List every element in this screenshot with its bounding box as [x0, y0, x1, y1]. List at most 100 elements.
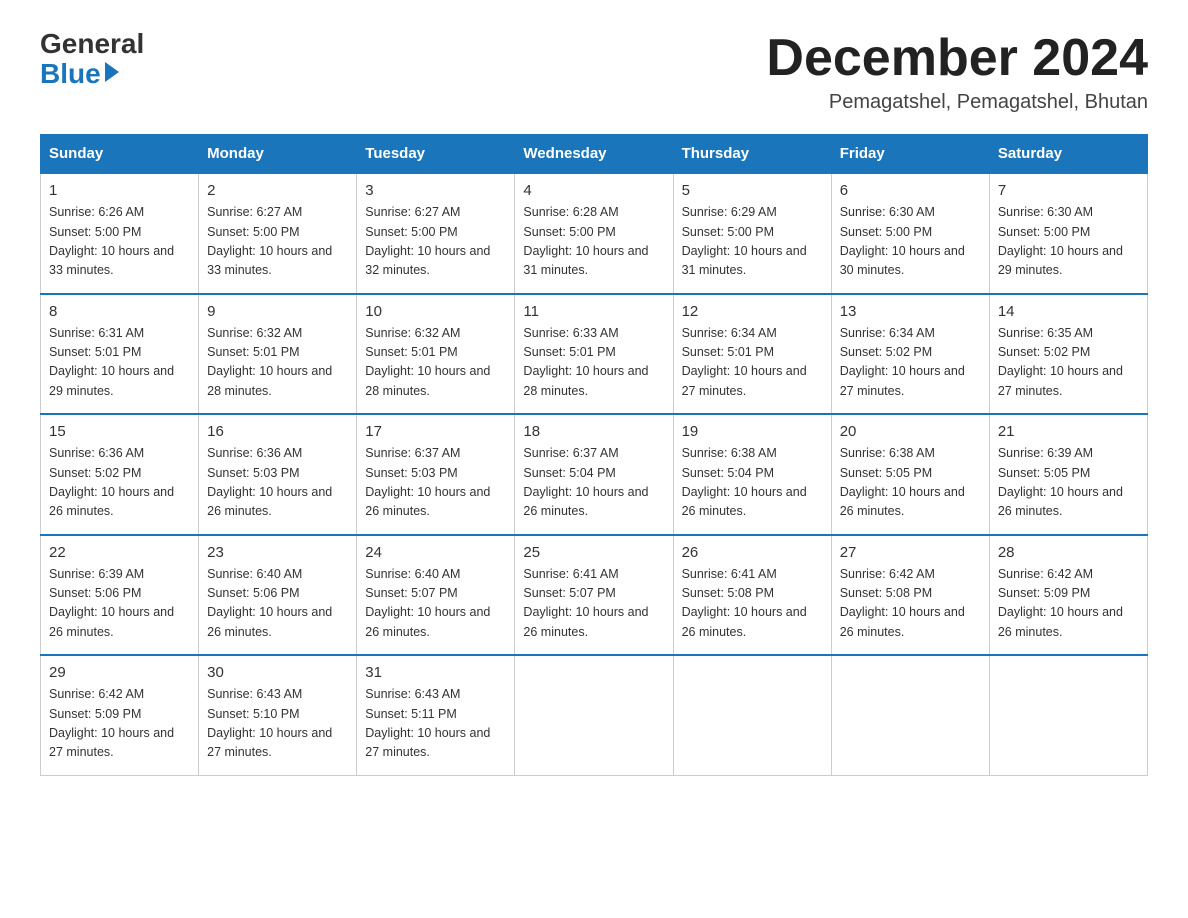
- day-number: 3: [365, 182, 506, 199]
- day-info: Sunrise: 6:42 AMSunset: 5:09 PMDaylight:…: [49, 685, 190, 763]
- day-number: 7: [998, 182, 1139, 199]
- weekday-header-wednesday: Wednesday: [515, 135, 673, 174]
- calendar-day-cell: 23 Sunrise: 6:40 AMSunset: 5:06 PMDaylig…: [199, 535, 357, 656]
- day-number: 8: [49, 303, 190, 320]
- calendar-day-cell: 3 Sunrise: 6:27 AMSunset: 5:00 PMDayligh…: [357, 173, 515, 294]
- day-info: Sunrise: 6:36 AMSunset: 5:02 PMDaylight:…: [49, 444, 190, 522]
- day-info: Sunrise: 6:37 AMSunset: 5:04 PMDaylight:…: [523, 444, 664, 522]
- day-info: Sunrise: 6:27 AMSunset: 5:00 PMDaylight:…: [365, 203, 506, 281]
- calendar-day-cell: 22 Sunrise: 6:39 AMSunset: 5:06 PMDaylig…: [41, 535, 199, 656]
- day-number: 14: [998, 303, 1139, 320]
- day-number: 31: [365, 664, 506, 681]
- calendar-day-cell: 28 Sunrise: 6:42 AMSunset: 5:09 PMDaylig…: [989, 535, 1147, 656]
- calendar-day-cell: [831, 655, 989, 775]
- day-number: 2: [207, 182, 348, 199]
- day-info: Sunrise: 6:34 AMSunset: 5:02 PMDaylight:…: [840, 324, 981, 402]
- calendar-day-cell: 8 Sunrise: 6:31 AMSunset: 5:01 PMDayligh…: [41, 294, 199, 415]
- calendar-header-row: SundayMondayTuesdayWednesdayThursdayFrid…: [41, 135, 1148, 174]
- calendar-day-cell: 25 Sunrise: 6:41 AMSunset: 5:07 PMDaylig…: [515, 535, 673, 656]
- calendar-week-row: 15 Sunrise: 6:36 AMSunset: 5:02 PMDaylig…: [41, 414, 1148, 535]
- calendar-day-cell: 4 Sunrise: 6:28 AMSunset: 5:00 PMDayligh…: [515, 173, 673, 294]
- logo-triangle-icon: [105, 62, 119, 82]
- day-number: 26: [682, 544, 823, 561]
- calendar-day-cell: 31 Sunrise: 6:43 AMSunset: 5:11 PMDaylig…: [357, 655, 515, 775]
- calendar-day-cell: 24 Sunrise: 6:40 AMSunset: 5:07 PMDaylig…: [357, 535, 515, 656]
- day-number: 9: [207, 303, 348, 320]
- day-info: Sunrise: 6:29 AMSunset: 5:00 PMDaylight:…: [682, 203, 823, 281]
- calendar-day-cell: 16 Sunrise: 6:36 AMSunset: 5:03 PMDaylig…: [199, 414, 357, 535]
- calendar-day-cell: [673, 655, 831, 775]
- calendar-day-cell: 18 Sunrise: 6:37 AMSunset: 5:04 PMDaylig…: [515, 414, 673, 535]
- logo: General Blue: [40, 30, 144, 90]
- day-info: Sunrise: 6:43 AMSunset: 5:10 PMDaylight:…: [207, 685, 348, 763]
- calendar-day-cell: 10 Sunrise: 6:32 AMSunset: 5:01 PMDaylig…: [357, 294, 515, 415]
- calendar-week-row: 1 Sunrise: 6:26 AMSunset: 5:00 PMDayligh…: [41, 173, 1148, 294]
- day-info: Sunrise: 6:32 AMSunset: 5:01 PMDaylight:…: [207, 324, 348, 402]
- day-info: Sunrise: 6:40 AMSunset: 5:06 PMDaylight:…: [207, 565, 348, 643]
- weekday-header-monday: Monday: [199, 135, 357, 174]
- day-info: Sunrise: 6:35 AMSunset: 5:02 PMDaylight:…: [998, 324, 1139, 402]
- calendar-week-row: 8 Sunrise: 6:31 AMSunset: 5:01 PMDayligh…: [41, 294, 1148, 415]
- location-subtitle: Pemagatshel, Pemagatshel, Bhutan: [766, 91, 1148, 114]
- day-number: 19: [682, 423, 823, 440]
- day-number: 10: [365, 303, 506, 320]
- day-number: 24: [365, 544, 506, 561]
- day-info: Sunrise: 6:26 AMSunset: 5:00 PMDaylight:…: [49, 203, 190, 281]
- day-number: 22: [49, 544, 190, 561]
- day-number: 12: [682, 303, 823, 320]
- day-info: Sunrise: 6:40 AMSunset: 5:07 PMDaylight:…: [365, 565, 506, 643]
- day-number: 6: [840, 182, 981, 199]
- calendar-week-row: 22 Sunrise: 6:39 AMSunset: 5:06 PMDaylig…: [41, 535, 1148, 656]
- title-block: December 2024 Pemagatshel, Pemagatshel, …: [766, 30, 1148, 114]
- weekday-header-thursday: Thursday: [673, 135, 831, 174]
- day-info: Sunrise: 6:39 AMSunset: 5:05 PMDaylight:…: [998, 444, 1139, 522]
- calendar-day-cell: 7 Sunrise: 6:30 AMSunset: 5:00 PMDayligh…: [989, 173, 1147, 294]
- calendar-table: SundayMondayTuesdayWednesdayThursdayFrid…: [40, 134, 1148, 776]
- calendar-day-cell: 1 Sunrise: 6:26 AMSunset: 5:00 PMDayligh…: [41, 173, 199, 294]
- day-number: 16: [207, 423, 348, 440]
- day-number: 30: [207, 664, 348, 681]
- page-header: General Blue December 2024 Pemagatshel, …: [40, 30, 1148, 114]
- calendar-day-cell: [515, 655, 673, 775]
- day-info: Sunrise: 6:34 AMSunset: 5:01 PMDaylight:…: [682, 324, 823, 402]
- day-info: Sunrise: 6:30 AMSunset: 5:00 PMDaylight:…: [998, 203, 1139, 281]
- calendar-day-cell: 12 Sunrise: 6:34 AMSunset: 5:01 PMDaylig…: [673, 294, 831, 415]
- day-info: Sunrise: 6:32 AMSunset: 5:01 PMDaylight:…: [365, 324, 506, 402]
- day-number: 20: [840, 423, 981, 440]
- calendar-day-cell: 19 Sunrise: 6:38 AMSunset: 5:04 PMDaylig…: [673, 414, 831, 535]
- month-title: December 2024: [766, 30, 1148, 87]
- calendar-day-cell: 9 Sunrise: 6:32 AMSunset: 5:01 PMDayligh…: [199, 294, 357, 415]
- day-info: Sunrise: 6:33 AMSunset: 5:01 PMDaylight:…: [523, 324, 664, 402]
- calendar-day-cell: 20 Sunrise: 6:38 AMSunset: 5:05 PMDaylig…: [831, 414, 989, 535]
- day-info: Sunrise: 6:38 AMSunset: 5:05 PMDaylight:…: [840, 444, 981, 522]
- day-info: Sunrise: 6:30 AMSunset: 5:00 PMDaylight:…: [840, 203, 981, 281]
- calendar-day-cell: 30 Sunrise: 6:43 AMSunset: 5:10 PMDaylig…: [199, 655, 357, 775]
- day-info: Sunrise: 6:28 AMSunset: 5:00 PMDaylight:…: [523, 203, 664, 281]
- day-number: 17: [365, 423, 506, 440]
- day-number: 5: [682, 182, 823, 199]
- logo-general-text: General: [40, 30, 144, 58]
- calendar-day-cell: 27 Sunrise: 6:42 AMSunset: 5:08 PMDaylig…: [831, 535, 989, 656]
- day-info: Sunrise: 6:41 AMSunset: 5:08 PMDaylight:…: [682, 565, 823, 643]
- calendar-day-cell: 6 Sunrise: 6:30 AMSunset: 5:00 PMDayligh…: [831, 173, 989, 294]
- day-info: Sunrise: 6:36 AMSunset: 5:03 PMDaylight:…: [207, 444, 348, 522]
- day-info: Sunrise: 6:27 AMSunset: 5:00 PMDaylight:…: [207, 203, 348, 281]
- day-number: 29: [49, 664, 190, 681]
- day-number: 21: [998, 423, 1139, 440]
- calendar-day-cell: 15 Sunrise: 6:36 AMSunset: 5:02 PMDaylig…: [41, 414, 199, 535]
- calendar-day-cell: 14 Sunrise: 6:35 AMSunset: 5:02 PMDaylig…: [989, 294, 1147, 415]
- day-number: 11: [523, 303, 664, 320]
- day-number: 23: [207, 544, 348, 561]
- day-number: 18: [523, 423, 664, 440]
- day-number: 28: [998, 544, 1139, 561]
- day-number: 4: [523, 182, 664, 199]
- day-number: 15: [49, 423, 190, 440]
- calendar-day-cell: 11 Sunrise: 6:33 AMSunset: 5:01 PMDaylig…: [515, 294, 673, 415]
- day-number: 27: [840, 544, 981, 561]
- weekday-header-sunday: Sunday: [41, 135, 199, 174]
- calendar-day-cell: 17 Sunrise: 6:37 AMSunset: 5:03 PMDaylig…: [357, 414, 515, 535]
- day-number: 25: [523, 544, 664, 561]
- day-info: Sunrise: 6:43 AMSunset: 5:11 PMDaylight:…: [365, 685, 506, 763]
- weekday-header-saturday: Saturday: [989, 135, 1147, 174]
- calendar-week-row: 29 Sunrise: 6:42 AMSunset: 5:09 PMDaylig…: [41, 655, 1148, 775]
